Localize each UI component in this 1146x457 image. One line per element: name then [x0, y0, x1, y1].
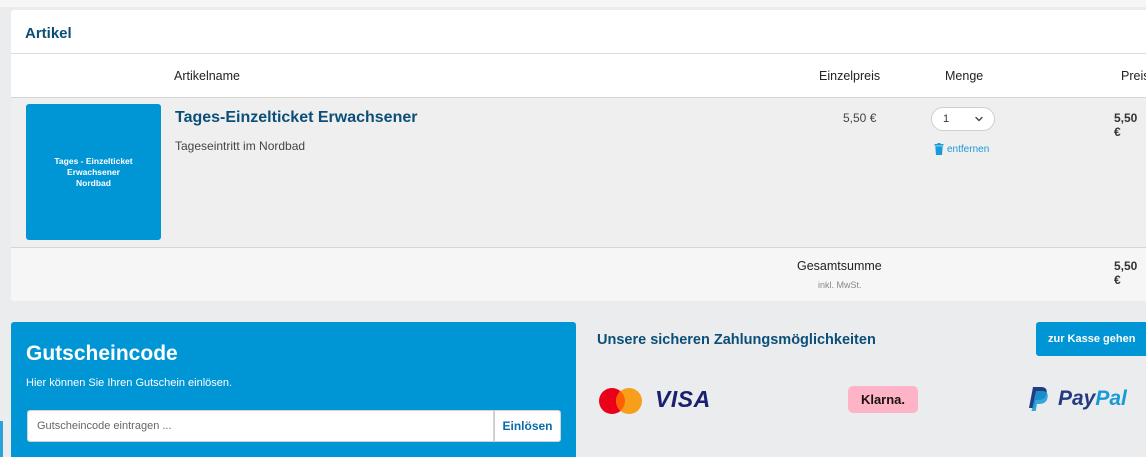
remove-item-link[interactable]: entfernen — [934, 143, 989, 155]
left-edge-accent — [0, 421, 3, 457]
checkout-button[interactable]: zur Kasse gehen — [1036, 322, 1146, 356]
trash-icon — [934, 143, 944, 155]
klarna-logo: Klarna. — [848, 386, 918, 413]
total-value: 5,50 € — [1114, 259, 1138, 287]
column-header-price: Preis — [1121, 69, 1146, 83]
total-label: Gesamtsumme — [797, 259, 882, 273]
item-unit-price: 5,50 € — [843, 111, 877, 125]
quantity-value: 1 — [943, 113, 950, 125]
mastercard-logo — [599, 388, 642, 414]
item-name-link[interactable]: Tages-Einzelticket Erwachsener — [175, 109, 417, 127]
chevron-down-icon — [975, 116, 983, 122]
quantity-select[interactable]: 1 — [931, 107, 995, 131]
item-total-price: 5,50 € — [1114, 111, 1138, 139]
item-thumbnail-text: Tages - Einzelticket Erwachsener Nordbad — [54, 155, 133, 188]
cart-table-header: Artikelname Einzelpreis Menge Preis — [11, 53, 1146, 98]
item-thumbnail[interactable]: Tages - Einzelticket Erwachsener Nordbad — [26, 104, 161, 240]
column-header-unit-price: Einzelpreis — [819, 69, 881, 83]
paypal-icon — [1029, 387, 1048, 411]
total-tax-note: inkl. MwSt. — [818, 280, 862, 290]
paypal-pal-text: Pal — [1095, 387, 1127, 410]
column-header-name: Artikelname — [174, 69, 240, 83]
top-strip — [0, 0, 1146, 7]
remove-label: entfernen — [947, 143, 990, 155]
payment-methods-title: Unsere sicheren Zahlungsmöglichkeiten — [597, 332, 876, 348]
cart-title: Artikel — [25, 25, 72, 42]
voucher-title: Gutscheincode — [26, 342, 178, 365]
cart-total-row: Gesamtsumme inkl. MwSt. 5,50 € — [11, 248, 1146, 301]
cart-card: Artikel Artikelname Einzelpreis Menge Pr… — [11, 10, 1146, 301]
cart-item-row: Tages - Einzelticket Erwachsener Nordbad… — [11, 98, 1146, 248]
voucher-panel: Gutscheincode Hier können Sie Ihren Guts… — [11, 322, 576, 457]
voucher-code-input[interactable] — [27, 410, 494, 442]
item-description: Tageseintritt im Nordbad — [175, 139, 306, 153]
column-header-quantity: Menge — [945, 69, 984, 83]
paypal-logo: PayPal — [1058, 387, 1127, 411]
paypal-pay-text: Pay — [1058, 387, 1096, 410]
redeem-voucher-button[interactable]: Einlösen — [494, 410, 561, 442]
voucher-subtitle: Hier können Sie Ihren Gutschein einlösen… — [26, 377, 233, 389]
visa-logo: VISA — [655, 386, 711, 412]
